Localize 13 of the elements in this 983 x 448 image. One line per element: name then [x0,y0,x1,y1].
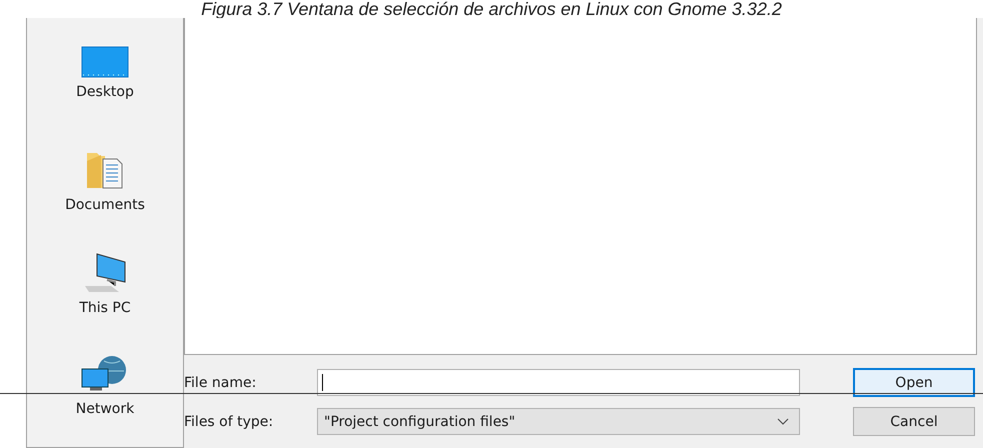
monitor-icon [81,46,129,78]
file-type-label: Files of type: [184,414,274,430]
cancel-button[interactable]: Cancel [853,407,975,436]
sidebar-item[interactable]: Desktop [40,46,170,129]
file-name-field[interactable] [317,369,800,396]
sidebar-item[interactable]: Network [40,355,170,438]
sidebar-item[interactable]: Documents [40,149,170,232]
sidebar-item[interactable]: This PC [40,252,170,335]
open-button[interactable]: Open [853,368,975,397]
file-name-label: File name: [184,374,258,390]
figure-caption: Figura 3.7 Ventana de selección de archivos en Linux con Gnome 3.32.2 [200,0,783,18]
chevron-down-icon [777,418,789,425]
file-type-dropdown[interactable]: "Project configuration files" [317,408,800,435]
